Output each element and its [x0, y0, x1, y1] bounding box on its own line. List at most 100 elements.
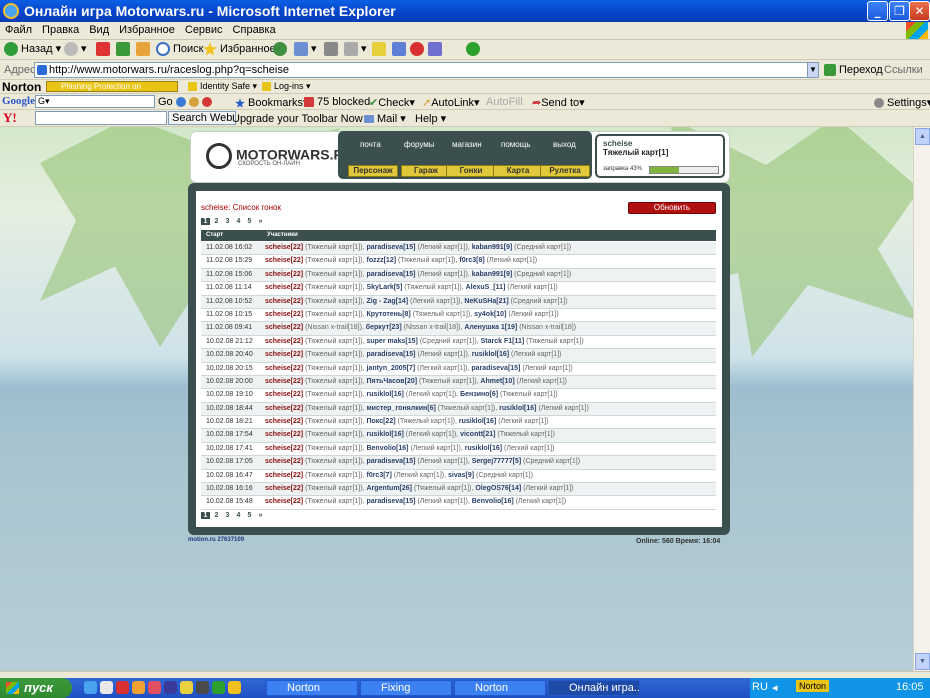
go-button[interactable]: Переход [824, 64, 883, 77]
taskbar-item-browser[interactable]: Онлайн игра... [548, 680, 640, 696]
participant-name[interactable]: rusiklol[16] [472, 351, 509, 358]
participant-name[interactable]: kaban991[9] [472, 271, 512, 278]
yahoo-mail-button[interactable]: Mail ▾ [364, 112, 406, 125]
participant-name[interactable]: scheise[22] [265, 458, 303, 465]
participant-name[interactable]: Benvolio[16] [472, 498, 514, 505]
close-button[interactable]: ✕ [909, 1, 930, 21]
edit-button[interactable]: ▾ [344, 42, 367, 57]
tray-icons[interactable]: ◂ [772, 681, 778, 694]
participant-name[interactable]: Бензино[6] [460, 391, 498, 398]
participant-name[interactable]: paradiseva[15] [366, 351, 415, 358]
upgrade-toolbar-button[interactable]: Upgrade your Toolbar Now ▾ [232, 112, 371, 125]
page-link-4[interactable]: 4 [234, 218, 243, 225]
participant-name[interactable]: paradiseva[15] [366, 271, 415, 278]
participant-name[interactable]: sy4ok[10] [474, 311, 506, 318]
nav-map[interactable]: Карта [493, 165, 543, 177]
google-go-button[interactable]: Go [158, 96, 173, 108]
home-button[interactable] [136, 42, 153, 56]
page-link-1[interactable]: 1 [201, 512, 210, 519]
nav-forums[interactable]: форумы [404, 140, 435, 149]
address-input[interactable]: http://www.motorwars.ru/raceslog.php?q=s… [34, 62, 818, 78]
addon-button[interactable] [466, 42, 483, 56]
page-link-1[interactable]: 1 [201, 218, 210, 225]
language-indicator[interactable]: RU [752, 681, 768, 693]
participant-name[interactable]: paradiseva[15] [366, 498, 415, 505]
print-button[interactable] [324, 42, 341, 56]
participant-name[interactable]: scheise[22] [265, 472, 303, 479]
quicklaunch-opera-icon[interactable] [116, 681, 129, 694]
page-link-2[interactable]: 2 [212, 218, 221, 225]
settings-button[interactable]: Settings▾ [874, 96, 930, 109]
participant-name[interactable]: Zig - Zag[14] [366, 298, 408, 305]
participant-name[interactable]: Starck F1[11] [481, 338, 525, 345]
participant-name[interactable]: Sergej77777[5] [472, 458, 521, 465]
at-button[interactable] [410, 42, 427, 56]
taskbar-item-norton-1[interactable]: Norton [266, 680, 358, 696]
logins-button[interactable]: Log-ins ▾ [262, 81, 311, 92]
participant-name[interactable]: kaban991[9] [472, 244, 512, 251]
participant-name[interactable]: scheise[22] [265, 431, 303, 438]
back-button[interactable]: Назад ▾ [4, 42, 61, 57]
nav-exit[interactable]: выход [553, 140, 576, 149]
quicklaunch-messenger-icon[interactable] [180, 681, 193, 694]
quicklaunch-app-icon[interactable] [132, 681, 145, 694]
page-link-5[interactable]: 5 [245, 218, 254, 225]
spell-check-button[interactable]: ✔Check▾ [369, 96, 415, 109]
nav-mail[interactable]: почта [360, 140, 381, 149]
participant-name[interactable]: scheise[22] [265, 365, 303, 372]
participant-name[interactable]: f0rc3[8] [459, 257, 484, 264]
nav-garage[interactable]: Гараж [401, 165, 451, 177]
phishing-protection-button[interactable]: Phishing Protection on [46, 81, 178, 92]
participant-name[interactable]: rusiklol[16] [499, 405, 536, 412]
page-link-5[interactable]: 5 [245, 512, 254, 519]
page-link-6[interactable]: » [256, 512, 265, 519]
participant-name[interactable]: rusiklol[16] [366, 391, 403, 398]
popup-blocker-button[interactable]: 75 blocked [304, 96, 370, 108]
autolink-button[interactable]: ➚AutoLink▾ [422, 96, 480, 109]
yahoo-search-input[interactable] [35, 111, 167, 125]
participant-name[interactable]: scheise[22] [265, 271, 303, 278]
participant-name[interactable]: scheise[22] [265, 338, 303, 345]
participant-name[interactable]: scheise[22] [265, 498, 303, 505]
google-search-input[interactable]: G▾ [35, 95, 155, 108]
research-button[interactable] [428, 42, 445, 56]
participant-name[interactable]: vicontt[21] [460, 431, 495, 438]
page-link-6[interactable]: » [256, 218, 265, 225]
quicklaunch-ie-icon[interactable] [84, 681, 97, 694]
participant-name[interactable]: Крутотень[8] [366, 311, 410, 318]
page-link-3[interactable]: 3 [223, 512, 232, 519]
participant-name[interactable]: Ahmet[10] [480, 378, 514, 385]
quicklaunch-media-icon[interactable] [148, 681, 161, 694]
participant-name[interactable]: мистер_гонялкин[6] [366, 405, 435, 412]
quicklaunch-folder-icon[interactable] [164, 681, 177, 694]
search-button[interactable]: Поиск [156, 42, 203, 56]
participant-name[interactable]: scheise[22] [265, 378, 303, 385]
quicklaunch-game-icon[interactable] [196, 681, 209, 694]
send-to-button[interactable]: ➦Send to▾ [532, 96, 585, 109]
refresh-button[interactable]: Обновить [628, 202, 716, 214]
page-link-3[interactable]: 3 [223, 218, 232, 225]
mail-button[interactable]: ▾ [294, 42, 317, 57]
vertical-scrollbar[interactable]: ▲ ▼ [913, 127, 930, 671]
participant-name[interactable]: scheise[22] [265, 405, 303, 412]
refresh-button[interactable] [116, 42, 133, 56]
favorites-button[interactable]: Избранное [203, 42, 276, 56]
participant-name[interactable]: rusiklol[16] [366, 431, 403, 438]
menu-file[interactable]: Файл [0, 22, 37, 36]
forward-button[interactable]: ▾ [64, 42, 87, 57]
participant-name[interactable]: Аленушка 1[19] [464, 324, 517, 331]
participant-name[interactable]: paradiseva[15] [366, 458, 415, 465]
participant-name[interactable]: scheise[22] [265, 244, 303, 251]
quicklaunch-puzzle-icon[interactable] [212, 681, 225, 694]
participant-name[interactable]: super maks[15] [366, 338, 417, 345]
participant-name[interactable]: Argentum[26] [366, 485, 412, 492]
participant-name[interactable]: scheise[22] [265, 311, 303, 318]
identity-safe-button[interactable]: Identity Safe ▾ [188, 81, 257, 92]
participant-name[interactable]: беркут[23] [366, 324, 402, 331]
participant-name[interactable]: Benvolio[16] [366, 445, 408, 452]
discuss-button[interactable] [372, 42, 389, 56]
autofill-button[interactable]: AutoFill [486, 96, 523, 108]
menu-tools[interactable]: Сервис [180, 22, 228, 36]
participant-name[interactable]: paradiseva[15] [471, 365, 520, 372]
menu-edit[interactable]: Правка [37, 22, 84, 36]
